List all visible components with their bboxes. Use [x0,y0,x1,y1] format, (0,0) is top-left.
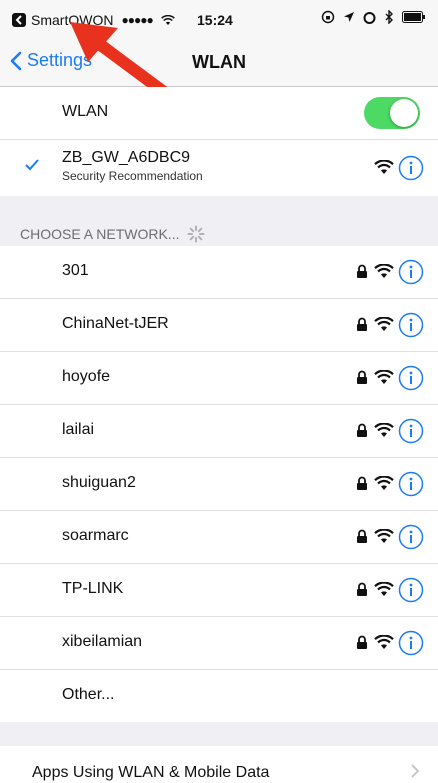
other-network-row[interactable]: Other... [0,670,438,722]
lock-icon [357,529,367,543]
bluetooth-icon [385,10,393,24]
info-icon[interactable] [398,524,424,550]
alarm-icon [363,11,376,24]
network-name: soarmarc [62,527,129,544]
info-icon[interactable] [398,630,424,656]
lock-icon [357,476,367,490]
wifi-signal-icon [374,423,394,437]
wifi-signal-icon [374,264,394,278]
network-name: xibeilamian [62,633,143,650]
network-row[interactable]: ChinaNet-tJER [0,299,438,352]
checkmark-icon [25,159,39,171]
network-row[interactable]: lailai [0,405,438,458]
screen-lock-icon [321,10,335,24]
section-header: CHOOSE A NETWORK... [20,225,205,243]
info-icon[interactable] [398,155,424,181]
apps-using-wlan-row[interactable]: Apps Using WLAN & Mobile Data [0,746,438,783]
wlan-group: WLAN ZB_GW_A6DBC9 Security Recommendatio… [0,87,438,196]
network-name: TP-LINK [62,580,124,597]
location-icon [344,12,354,22]
loading-spinner-icon [187,225,205,243]
other-network-label: Other... [62,686,115,703]
apps-group: Apps Using WLAN & Mobile Data [0,746,438,783]
info-icon[interactable] [398,365,424,391]
wifi-signal-icon [374,317,394,331]
info-icon[interactable] [398,259,424,285]
connected-network-subtitle: Security Recommendation [62,169,203,183]
wifi-signal-icon [374,582,394,596]
wifi-signal-icon [374,529,394,543]
info-icon[interactable] [398,471,424,497]
network-name: shuiguan2 [62,474,136,491]
wifi-signal-icon [374,370,394,384]
lock-icon [357,370,367,384]
wlan-toggle[interactable] [364,97,420,129]
lock-icon [357,264,367,278]
toggle-knob [390,99,418,127]
lock-icon [357,317,367,331]
info-icon[interactable] [398,418,424,444]
info-icon[interactable] [398,577,424,603]
apps-using-wlan-label: Apps Using WLAN & Mobile Data [32,764,270,781]
connected-network-name: ZB_GW_A6DBC9 [62,149,191,166]
network-row[interactable]: 301 [0,246,438,299]
network-row[interactable]: soarmarc [0,511,438,564]
network-name: ChinaNet-tJER [62,315,169,332]
network-row[interactable]: TP-LINK [0,564,438,617]
wlan-label: WLAN [62,103,109,120]
connected-network-row[interactable]: ZB_GW_A6DBC9 Security Recommendation [0,140,438,196]
lock-icon [357,582,367,596]
wifi-signal-icon [374,160,394,174]
network-list: 301 ChinaNet-tJER hoyofe lailai shuiguan2 soa… [0,246,438,722]
lock-icon [357,423,367,437]
status-time: 15:24 [197,12,233,28]
network-name: lailai [62,421,95,438]
network-name: 301 [62,262,89,279]
chevron-right-icon [411,764,420,778]
section-header-label: CHOOSE A NETWORK... [20,226,180,242]
wlan-toggle-row: WLAN [0,87,438,140]
network-row[interactable]: xibeilamian [0,617,438,670]
wifi-signal-icon [374,476,394,490]
info-icon[interactable] [398,312,424,338]
battery-icon [402,11,425,23]
status-right [321,10,426,24]
network-row[interactable]: shuiguan2 [0,458,438,511]
network-name: hoyofe [62,368,111,385]
lock-icon [357,635,367,649]
back-app-icon[interactable] [12,13,26,27]
network-row[interactable]: hoyofe [0,352,438,405]
wifi-signal-icon [374,635,394,649]
